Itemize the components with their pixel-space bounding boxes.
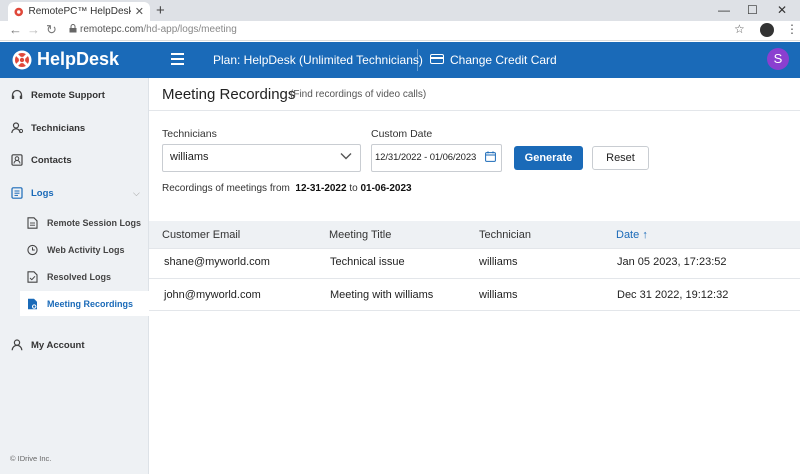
range-prefix: Recordings of meetings from	[162, 183, 290, 194]
custom-date-label: Custom Date	[371, 128, 433, 140]
sidebar-item-label: My Account	[31, 339, 85, 351]
sidebar-subitem-web-activity-logs[interactable]: Web Activity Logs	[20, 237, 149, 262]
chevron-down-icon[interactable]: ⌵	[133, 188, 140, 199]
window-close-icon[interactable]: ✕	[777, 3, 787, 17]
browser-menu-icon[interactable]: ⋮	[786, 22, 798, 36]
hamburger-menu-icon[interactable]	[171, 53, 184, 65]
new-tab-icon[interactable]: +	[156, 2, 165, 19]
tab-close-icon[interactable]: ✕	[135, 5, 144, 18]
minimize-icon[interactable]: —	[718, 3, 730, 17]
technicians-label: Technicians	[162, 128, 217, 140]
date-range-value: 12/31/2022 - 01/06/2023	[375, 152, 477, 163]
reset-button[interactable]: Reset	[592, 146, 649, 170]
sidebar-subitem-label: Resolved Logs	[47, 271, 112, 282]
forward-icon[interactable]: →	[27, 22, 40, 37]
range-to-word: to	[349, 183, 358, 194]
browser-tab[interactable]: RemotePC™ HelpDesk - Web Act ✕	[8, 2, 150, 21]
remotepc-favicon-icon	[14, 7, 23, 16]
recording-icon	[28, 298, 37, 309]
date-range-summary: Recordings of meetings from 12-31-2022 t…	[162, 183, 412, 194]
maximize-icon[interactable]: ☐	[747, 3, 758, 17]
copyright-text: © IDrive Inc.	[10, 454, 52, 463]
page-title: Meeting Recordings	[162, 86, 296, 103]
calendar-icon[interactable]	[485, 151, 496, 162]
table-header	[149, 221, 800, 248]
chevron-down-icon	[340, 153, 352, 160]
sidebar-item-label: Logs	[31, 187, 54, 199]
user-avatar[interactable]: S	[767, 48, 789, 70]
credit-card-icon[interactable]	[430, 54, 444, 64]
cell-technician: williams	[479, 289, 518, 301]
column-header-meeting-title[interactable]: Meeting Title	[329, 229, 391, 241]
sidebar-subitem-label: Remote Session Logs	[47, 217, 142, 228]
sidebar-subitem-label: Web Activity Logs	[47, 244, 125, 255]
generate-button[interactable]: Generate	[514, 146, 583, 170]
app-logo-text: HelpDesk	[37, 49, 120, 69]
sidebar-item-technicians[interactable]: Technicians	[0, 115, 149, 141]
cell-date: Dec 31 2022, 19:12:32	[617, 289, 729, 301]
sort-ascending-icon: ↑	[642, 229, 648, 241]
sidebar-item-logs[interactable]: Logs ⌵	[0, 180, 149, 206]
sidebar-item-remote-support[interactable]: Remote Support	[0, 82, 149, 108]
change-credit-card-link[interactable]: Change Credit Card	[450, 53, 557, 67]
url-host: remotepc.com	[80, 24, 144, 35]
sidebar-subitem-meeting-recordings[interactable]: Meeting Recordings	[20, 291, 149, 316]
sidebar-item-label: Remote Support	[31, 89, 105, 101]
cell-date: Jan 05 2023, 17:23:52	[617, 256, 727, 268]
cell-meeting-title[interactable]: Technical issue	[330, 256, 405, 268]
sidebar-item-my-account[interactable]: My Account	[0, 332, 149, 358]
browser-profile-icon[interactable]	[760, 23, 774, 37]
reload-icon[interactable]: ↻	[46, 22, 57, 38]
bookmark-star-icon[interactable]: ☆	[734, 22, 745, 36]
page-subtitle: (Find recordings of video calls)	[290, 89, 427, 100]
address-bar[interactable]: remotepc.com/hd-app/logs/meeting	[80, 24, 237, 35]
row-divider	[149, 248, 800, 249]
header-divider	[417, 49, 418, 71]
clock-icon	[27, 244, 38, 255]
helpdesk-logo-icon	[12, 50, 32, 70]
document-icon	[27, 216, 38, 229]
title-divider	[149, 110, 800, 111]
technician-select-value: williams	[170, 151, 209, 163]
column-header-date[interactable]: Date ↑	[616, 229, 648, 241]
row-divider	[149, 310, 800, 311]
sidebar-subitem-remote-session-logs[interactable]: Remote Session Logs	[20, 210, 149, 235]
cell-technician: williams	[479, 256, 518, 268]
lock-icon	[69, 24, 77, 33]
browser-tab-title: RemotePC™ HelpDesk - Web Act	[28, 6, 131, 17]
sidebar-item-contacts[interactable]: Contacts	[0, 147, 149, 173]
technicians-icon	[11, 122, 23, 134]
sidebar-subitem-resolved-logs[interactable]: Resolved Logs	[20, 264, 149, 289]
cell-customer-email: john@myworld.com	[164, 289, 261, 301]
headset-icon	[11, 89, 23, 99]
sidebar-item-label: Technicians	[31, 122, 86, 134]
range-from: 12-31-2022	[295, 183, 347, 194]
cell-customer-email: shane@myworld.com	[164, 256, 270, 268]
range-to: 01-06-2023	[360, 183, 412, 194]
row-divider	[149, 278, 800, 279]
logs-icon	[11, 187, 23, 199]
contacts-icon	[11, 154, 23, 166]
url-path: /hd-app/logs/meeting	[143, 24, 237, 35]
column-header-technician[interactable]: Technician	[479, 229, 531, 241]
date-header-label: Date	[616, 229, 640, 241]
user-account-icon	[11, 339, 23, 351]
column-header-customer-email[interactable]: Customer Email	[162, 229, 240, 241]
back-icon[interactable]: ←	[9, 22, 22, 37]
cell-meeting-title[interactable]: Meeting with williams	[330, 289, 433, 301]
sidebar-subitem-label: Meeting Recordings	[47, 298, 134, 309]
plan-label: Plan: HelpDesk (Unlimited Technicians)	[213, 53, 423, 67]
document-check-icon	[27, 270, 38, 283]
sidebar-item-label: Contacts	[31, 154, 72, 166]
